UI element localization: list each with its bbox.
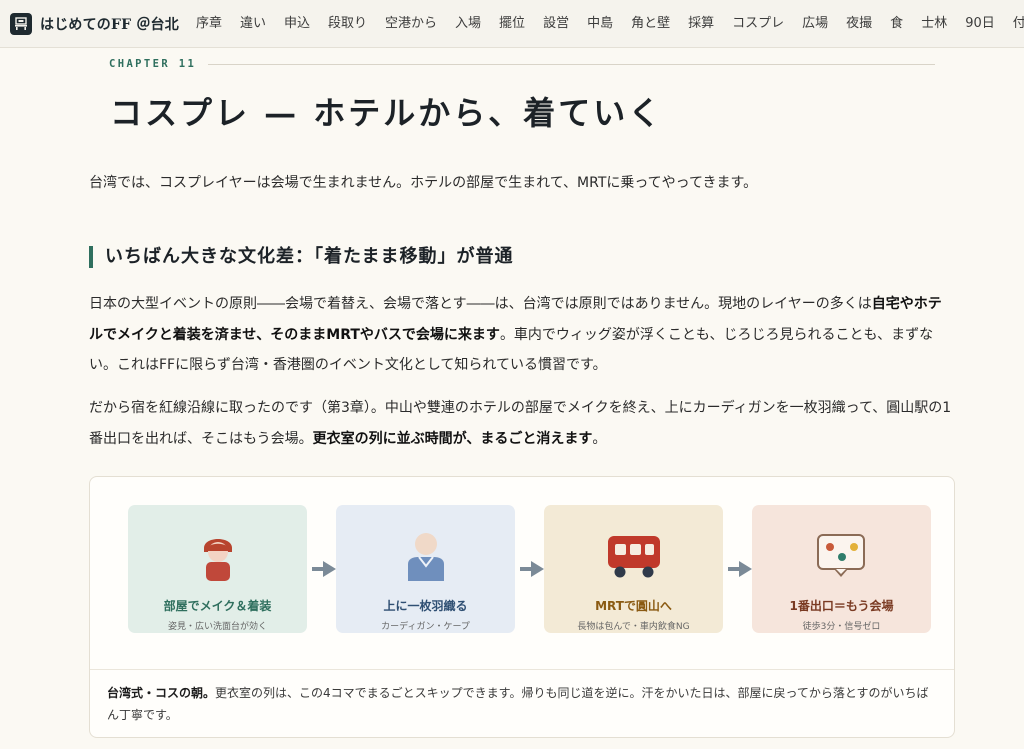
- nav-item-application[interactable]: 申込: [275, 0, 319, 47]
- step-subtitle: カーディガン・ケープ: [381, 622, 470, 632]
- nav-item-from-airport[interactable]: 空港から: [376, 0, 446, 47]
- cosplayer-icon: [201, 531, 235, 583]
- body-paragraph-2: だから宿を紅線沿線に取ったのです（第3章）。中山や雙連のホテルの部屋でメイクを終…: [89, 393, 953, 454]
- arrow-right-icon: [312, 561, 336, 577]
- arrow-right-icon: [728, 561, 752, 577]
- nav-item-setup[interactable]: 設営: [534, 0, 578, 47]
- nav-item-differences[interactable]: 違い: [231, 0, 275, 47]
- section-heading: いちばん大きな文化差：「着たまま移動」が普通: [89, 246, 513, 268]
- booth-logo-icon: [10, 12, 32, 35]
- chapter-divider: [208, 63, 935, 65]
- nav-item-profit[interactable]: 採算: [679, 0, 723, 47]
- lead-paragraph: 台湾では、コスプレイヤーは会場で生まれません。ホテルの部屋で生まれて、MRTに乗…: [89, 175, 758, 191]
- nav-item-plaza[interactable]: 広場: [793, 0, 837, 47]
- page-title: コスプレ — ホテルから、着ていく: [110, 94, 664, 132]
- nav-item-cosplay[interactable]: コスプレ: [723, 0, 793, 47]
- nav-item-entry[interactable]: 入場: [446, 0, 490, 47]
- flow-figure: 部屋でメイク＆着装 姿見・広い洗面台が効く 上に一枚羽織る カーディガン・ケープ: [89, 476, 955, 738]
- figure-caption: 台湾式・コスの朝。更衣室の列は、この4コマでまるごとスキップできます。帰りも同じ…: [90, 669, 954, 726]
- train-icon: [607, 531, 661, 583]
- venue-sign-icon: [816, 531, 868, 583]
- p2-text-c: 。: [592, 430, 607, 447]
- step-title: MRTで圓山へ: [595, 599, 672, 613]
- person-cardigan-icon: [406, 531, 446, 583]
- p2-emphasis: 更衣室の列に並ぶ時間が、まるごと消えます: [312, 430, 593, 447]
- step-cardigan: 上に一枚羽織る カーディガン・ケープ: [336, 505, 515, 633]
- step-subtitle: 長物は包んで・車内飲食NG: [577, 622, 690, 632]
- nav-item-corner-wall[interactable]: 角と壁: [622, 0, 679, 47]
- nav-item-appendix[interactable]: 付録: [1004, 0, 1024, 47]
- step-mrt: MRTで圓山へ 長物は包んで・車内飲食NG: [544, 505, 723, 633]
- nav-item-night-shoot[interactable]: 夜撮: [837, 0, 881, 47]
- nav-item-prologue[interactable]: 序章: [187, 0, 231, 47]
- step-subtitle: 姿見・広い洗面台が効く: [167, 622, 267, 632]
- chapter-label: CHAPTER 11: [109, 58, 197, 70]
- step-subtitle: 徒歩3分・信号ゼロ: [802, 622, 881, 632]
- step-makeup: 部屋でメイク＆着装 姿見・広い洗面台が効く: [128, 505, 307, 633]
- caption-lead: 台湾式・コスの朝。: [107, 686, 216, 700]
- step-title: 1番出口＝もう会場: [789, 599, 894, 613]
- nav-item-food[interactable]: 食: [881, 0, 912, 47]
- nav-item-90-days[interactable]: 90日: [956, 0, 1004, 47]
- nav-item-shilin[interactable]: 士林: [912, 0, 956, 47]
- chapter-nav: 序章 違い 申込 段取り 空港から 入場 擺位 設営 中島 角と壁 採算 コスプ…: [187, 0, 1024, 47]
- site-brand[interactable]: はじめてのFF ＠台北: [0, 0, 187, 47]
- body-paragraph-1: 日本の大型イベントの原則――会場で着替え、会場で落とす――は、台湾では原則ではあ…: [89, 289, 953, 381]
- nav-item-booth[interactable]: 擺位: [490, 0, 534, 47]
- nav-item-planning[interactable]: 段取り: [319, 0, 376, 47]
- top-navbar: はじめてのFF ＠台北 序章 違い 申込 段取り 空港から 入場 擺位 設営 中…: [0, 0, 1024, 48]
- caption-text: 更衣室の列は、この4コマでまるごとスキップできます。帰りも同じ道を逆に。汗をかい…: [107, 686, 929, 722]
- nav-item-island[interactable]: 中島: [578, 0, 622, 47]
- step-venue: 1番出口＝もう会場 徒歩3分・信号ゼロ: [752, 505, 931, 633]
- p1-text-a: 日本の大型イベントの原則――会場で着替え、会場で落とす――は、台湾では原則ではあ…: [89, 296, 872, 312]
- step-title: 部屋でメイク＆着装: [163, 599, 272, 613]
- step-title: 上に一枚羽織る: [383, 599, 468, 613]
- chapter-label-row: CHAPTER 11: [109, 57, 935, 71]
- site-title: はじめてのFF ＠台北: [40, 16, 179, 33]
- flow-steps: 部屋でメイク＆着装 姿見・広い洗面台が効く 上に一枚羽織る カーディガン・ケープ: [128, 505, 931, 633]
- arrow-right-icon: [520, 561, 544, 577]
